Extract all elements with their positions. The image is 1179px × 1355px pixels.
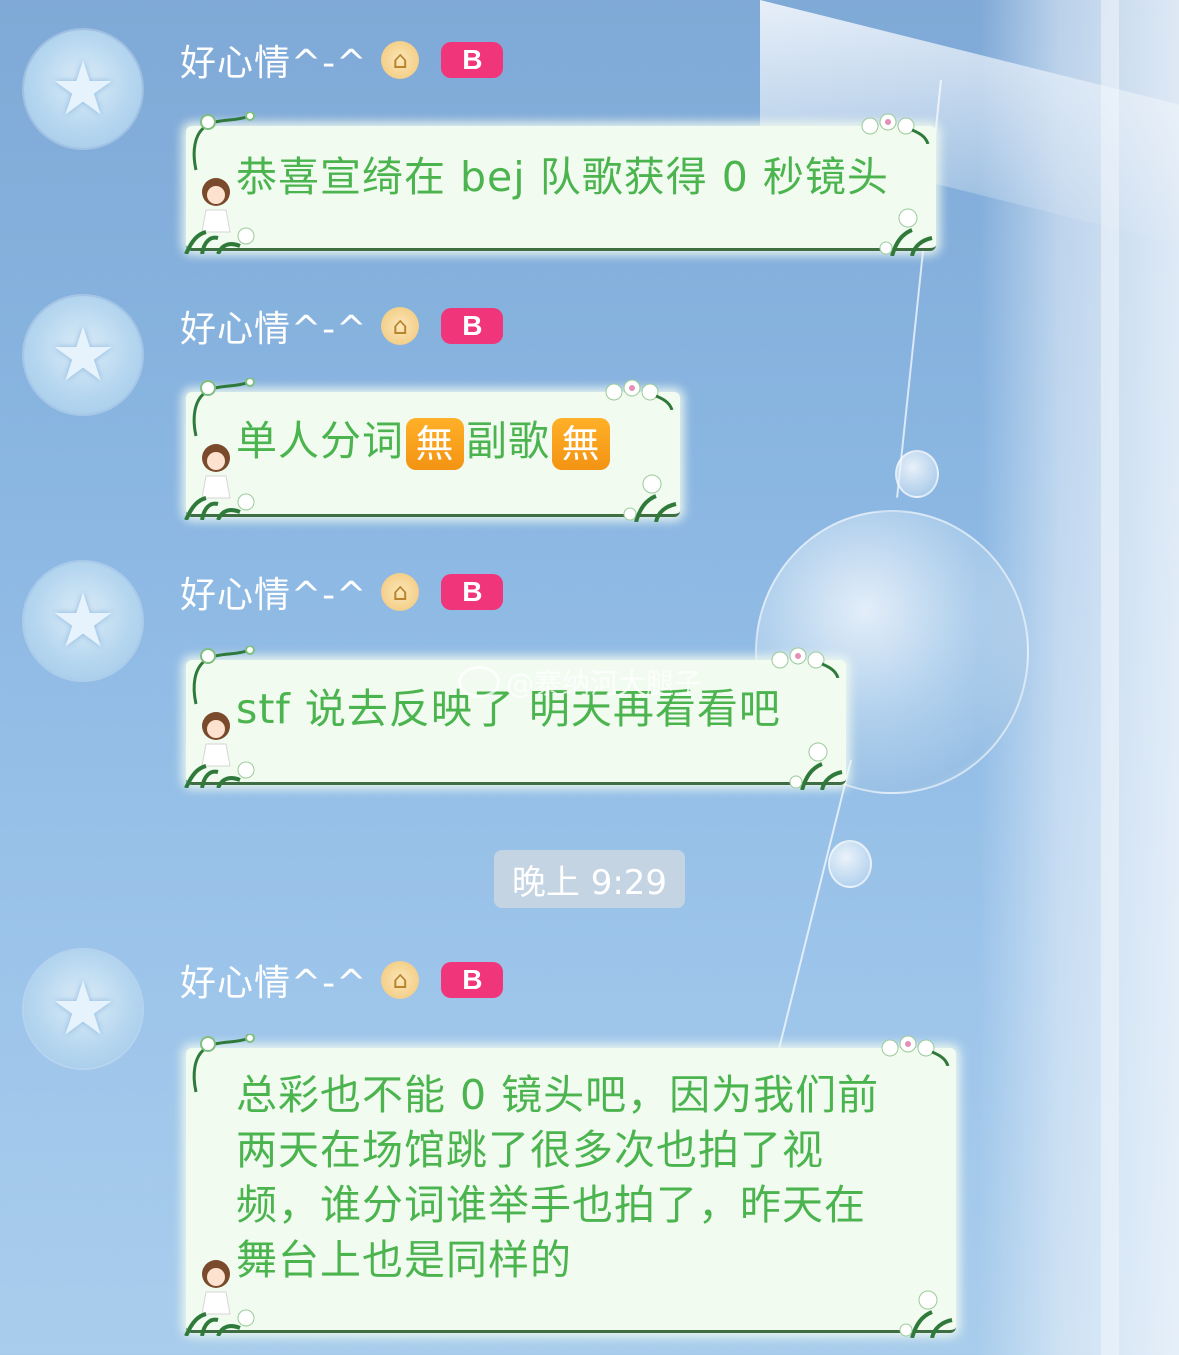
house-icon: ⌂ — [381, 573, 420, 611]
star-kitty-avatar-icon: ★ — [49, 966, 117, 1052]
background-bead — [828, 840, 872, 888]
grass-decoration-icon — [789, 742, 843, 790]
message-text-part: 单人分词 — [236, 417, 404, 465]
message-text: 恭喜宣绮在 bej 队歌获得 0 秒镜头 — [236, 153, 889, 201]
house-icon: ⌂ — [381, 307, 420, 345]
avatar[interactable]: ★ — [24, 30, 142, 148]
message-text: 单人分词無副歌無 — [186, 392, 680, 470]
grass-decoration-icon — [623, 474, 677, 522]
grass-decoration-icon — [184, 761, 255, 788]
wu-emoji: 無 — [406, 418, 464, 470]
message-line: 频，谁分词谁举手也拍了，昨天在 — [236, 1181, 866, 1229]
message-line: 两天在场馆跳了很多次也拍了视 — [236, 1126, 824, 1174]
message-text-part: 副歌 — [466, 417, 550, 465]
avatar[interactable]: ★ — [24, 950, 142, 1068]
sender-nickname[interactable]: 好心情^-^ — [180, 566, 367, 618]
avatar[interactable]: ★ — [24, 562, 142, 680]
wu-emoji: 無 — [552, 418, 610, 470]
watermark-text: @寨纳河大腿子 — [506, 667, 703, 700]
weibo-watermark: @寨纳河大腿子 — [458, 662, 702, 702]
avatar[interactable]: ★ — [24, 296, 142, 414]
message-line: 舞台上也是同样的 — [236, 1236, 572, 1284]
message-line: 总彩也不能 0 镜头吧，因为我们前 — [236, 1071, 880, 1119]
grass-decoration-icon — [899, 1290, 953, 1338]
weibo-icon — [458, 666, 500, 698]
level-badge: B — [441, 962, 504, 998]
grass-decoration-icon — [184, 493, 255, 520]
sender-nickname[interactable]: 好心情^-^ — [180, 34, 367, 86]
star-kitty-avatar-icon: ★ — [49, 46, 117, 132]
level-badge: B — [441, 574, 504, 610]
background-bead — [895, 450, 939, 498]
grass-decoration-icon — [184, 1309, 255, 1336]
sender-line: 好心情^-^ ⌂ B — [180, 950, 504, 1010]
sender-line: 好心情^-^ ⌂ B — [180, 296, 504, 356]
star-kitty-avatar-icon: ★ — [49, 312, 117, 398]
background-wind-chime-string — [767, 759, 852, 1091]
message-text: 总彩也不能 0 镜头吧，因为我们前 两天在场馆跳了很多次也拍了视 频，谁分词谁举手也… — [186, 1048, 956, 1288]
level-badge: B — [441, 308, 504, 344]
sender-line: 好心情^-^ ⌂ B — [180, 562, 504, 622]
background-window-post — [1101, 0, 1119, 1355]
message-bubble[interactable]: 单人分词無副歌無 — [184, 378, 680, 522]
grass-decoration-icon — [184, 227, 255, 254]
sender-nickname[interactable]: 好心情^-^ — [180, 954, 367, 1006]
time-divider: 晚上 9:29 — [494, 850, 685, 908]
message-bubble[interactable]: 恭喜宣绮在 bej 队歌获得 0 秒镜头 — [184, 112, 936, 256]
sender-line: 好心情^-^ ⌂ B — [180, 30, 504, 90]
star-kitty-avatar-icon: ★ — [49, 578, 117, 664]
level-badge: B — [441, 42, 504, 78]
house-icon: ⌂ — [381, 41, 420, 79]
grass-decoration-icon — [879, 208, 933, 256]
message-bubble[interactable]: 总彩也不能 0 镜头吧，因为我们前 两天在场馆跳了很多次也拍了视 频，谁分词谁举手也… — [184, 1034, 956, 1338]
sender-nickname[interactable]: 好心情^-^ — [180, 300, 367, 352]
house-icon: ⌂ — [381, 961, 420, 999]
